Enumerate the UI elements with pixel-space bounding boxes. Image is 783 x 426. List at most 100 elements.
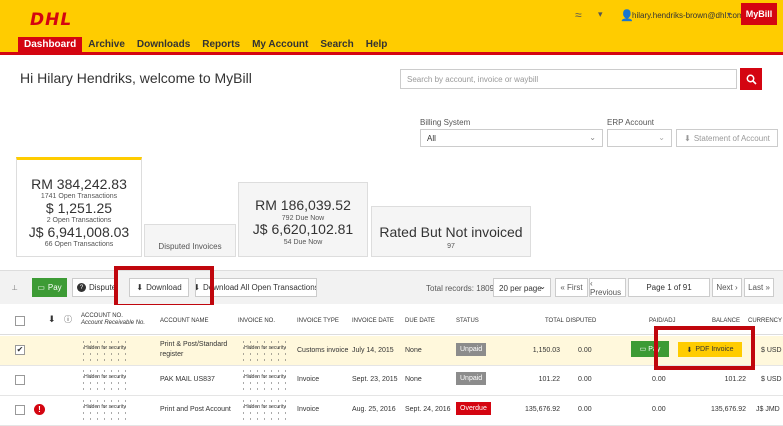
erp-account-select[interactable]: ⌄ bbox=[607, 129, 672, 147]
open-count-usd: 2 Open Transactions bbox=[46, 217, 112, 224]
pay-button[interactable]: ▭ Pay bbox=[32, 278, 67, 297]
due-amount-myr: RM 186,039.52 bbox=[255, 197, 351, 213]
row-checkbox[interactable] bbox=[15, 375, 25, 385]
chevron-down-icon: ⌄ bbox=[539, 282, 546, 291]
nav-reports[interactable]: Reports bbox=[196, 37, 246, 53]
open-count-myr: 1741 Open Transactions bbox=[40, 193, 118, 200]
currency: J$ JMD bbox=[756, 406, 780, 413]
row-checkbox[interactable]: ✔ bbox=[15, 345, 25, 355]
search-input[interactable]: Search by account, invoice or waybill bbox=[400, 69, 737, 89]
logo-text: DHL bbox=[30, 10, 73, 30]
currency: $ USD bbox=[761, 376, 782, 383]
th-paid-adj[interactable]: PAID/ADJ bbox=[649, 318, 676, 324]
previous-page-button[interactable]: ‹ Previous bbox=[589, 278, 626, 297]
download-highlight bbox=[114, 266, 214, 308]
header-divider bbox=[0, 52, 783, 55]
balance-amount: 101.22 bbox=[724, 376, 746, 383]
open-transactions-card[interactable]: RM 384,242.83 1741 Open Transactions $ 1… bbox=[16, 157, 142, 257]
due-date: Sept. 24, 2016 bbox=[405, 406, 451, 413]
invoice-no-redacted: Hidden for security bbox=[240, 339, 290, 365]
row-checkbox[interactable] bbox=[15, 405, 25, 415]
page-info: Page 1 of 91 bbox=[628, 278, 710, 297]
dispute-label: Dispute bbox=[89, 283, 117, 292]
balance-amount: 135,676.92 bbox=[710, 406, 746, 413]
rated-count: 97 bbox=[447, 243, 455, 250]
next-page-button[interactable]: Next › bbox=[712, 278, 742, 297]
dhl-logo[interactable]: DHL bbox=[30, 10, 110, 30]
account-name: PAK MAIL US837 bbox=[160, 376, 215, 383]
status-badge: Unpaid bbox=[456, 343, 487, 356]
status-badge: Overdue bbox=[456, 402, 491, 415]
account-name: Print & Post/Standard bbox=[160, 341, 228, 348]
erp-account-label: ERP Account bbox=[607, 118, 654, 127]
network-icon[interactable]: ≈ bbox=[575, 8, 582, 22]
download-icon: ⬇ bbox=[684, 133, 691, 143]
statement-of-account-button[interactable]: ⬇ Statement of Account bbox=[676, 129, 778, 147]
pdf-highlight bbox=[654, 326, 755, 370]
nav-archive[interactable]: Archive bbox=[82, 37, 131, 53]
due-date: None bbox=[405, 376, 422, 383]
last-page-button[interactable]: Last » bbox=[744, 278, 774, 297]
total-amount: 135,676.92 bbox=[524, 406, 560, 413]
pay-label: Pay bbox=[47, 283, 62, 292]
billing-system-select[interactable]: All ⌄ bbox=[420, 129, 603, 147]
disputed-invoices-card[interactable]: Disputed Invoices bbox=[144, 224, 236, 257]
paid-adj-amount: 0.00 bbox=[652, 406, 666, 413]
download-icon[interactable]: ⬇ bbox=[48, 314, 56, 325]
invoice-type: Invoice bbox=[297, 376, 320, 383]
select-all-checkbox[interactable] bbox=[15, 316, 25, 326]
per-page-value: 20 per page bbox=[499, 284, 542, 293]
billing-system-value: All bbox=[427, 134, 436, 143]
account-no-redacted: Hidden for security bbox=[80, 398, 130, 424]
th-total[interactable]: TOTAL bbox=[545, 318, 564, 324]
due-date: None bbox=[405, 347, 422, 354]
total-records: Total records: 1809 bbox=[426, 284, 495, 293]
th-account-no[interactable]: ACCOUNT NO. bbox=[81, 313, 123, 319]
chevron-down-icon: ⌄ bbox=[658, 133, 665, 142]
dispute-button[interactable]: ? Dispute bbox=[72, 278, 118, 297]
th-account-name[interactable]: ACCOUNT NAME bbox=[160, 318, 209, 324]
due-now-card[interactable]: RM 186,039.52 792 Due Now J$ 6,620,102.8… bbox=[238, 182, 368, 257]
question-icon: ? bbox=[77, 283, 86, 292]
first-page-button[interactable]: « First bbox=[555, 278, 588, 297]
search-icon bbox=[746, 74, 757, 85]
account-name: Print and Post Account bbox=[160, 406, 231, 413]
alert-icon: ! bbox=[34, 404, 45, 415]
rated-not-invoiced-card[interactable]: Rated But Not invoiced 97 bbox=[371, 206, 531, 257]
invoice-no-redacted: Hidden for security bbox=[240, 398, 290, 424]
statement-of-account-label: Statement of Account bbox=[693, 133, 770, 143]
nav-dashboard[interactable]: Dashboard bbox=[18, 37, 83, 53]
mybill-badge[interactable]: MyBill bbox=[741, 3, 777, 25]
th-disputed[interactable]: DISPUTED bbox=[566, 318, 596, 324]
info-icon[interactable]: ⓘ bbox=[64, 314, 72, 325]
th-invoice-no[interactable]: INVOICE NO. bbox=[238, 318, 275, 324]
disputed-amount: 0.00 bbox=[578, 376, 592, 383]
due-count-jmd: 54 Due Now bbox=[283, 239, 323, 246]
card-icon: ▭ bbox=[37, 283, 45, 292]
search-button[interactable] bbox=[740, 68, 762, 90]
main-nav: Dashboard Archive Downloads Reports My A… bbox=[18, 37, 393, 53]
nav-help[interactable]: Help bbox=[360, 37, 394, 53]
nav-search[interactable]: Search bbox=[314, 37, 359, 53]
chevron-down-icon[interactable]: ▾ bbox=[598, 9, 603, 20]
th-balance[interactable]: BALANCE bbox=[712, 318, 740, 324]
th-due-date[interactable]: DUE DATE bbox=[405, 318, 435, 324]
nav-downloads[interactable]: Downloads bbox=[131, 37, 196, 53]
th-currency[interactable]: CURRENCY bbox=[748, 318, 782, 324]
user-menu-chevron-icon[interactable]: ▾ bbox=[727, 10, 731, 19]
open-count-jmd: 66 Open Transactions bbox=[44, 241, 114, 248]
nav-my-account[interactable]: My Account bbox=[246, 37, 314, 53]
disputed-amount: 0.00 bbox=[578, 347, 592, 354]
th-invoice-type[interactable]: INVOICE TYPE bbox=[297, 318, 339, 324]
invoice-type: Invoice bbox=[297, 406, 320, 413]
billing-system-label: Billing System bbox=[420, 118, 471, 127]
due-amount-jmd: J$ 6,620,102.81 bbox=[252, 221, 354, 237]
disputed-amount: 0.00 bbox=[578, 406, 592, 413]
open-amount-jmd: J$ 6,941,008.03 bbox=[28, 224, 130, 240]
th-status[interactable]: STATUS bbox=[456, 318, 479, 324]
currency: $ USD bbox=[761, 347, 782, 354]
filter-icon[interactable]: ⟂ bbox=[12, 283, 17, 293]
download-all-label: Download All Open Transactions bbox=[203, 283, 317, 292]
per-page-select[interactable]: 20 per page ⌄ bbox=[493, 278, 551, 297]
th-invoice-date[interactable]: INVOICE DATE bbox=[352, 318, 394, 324]
